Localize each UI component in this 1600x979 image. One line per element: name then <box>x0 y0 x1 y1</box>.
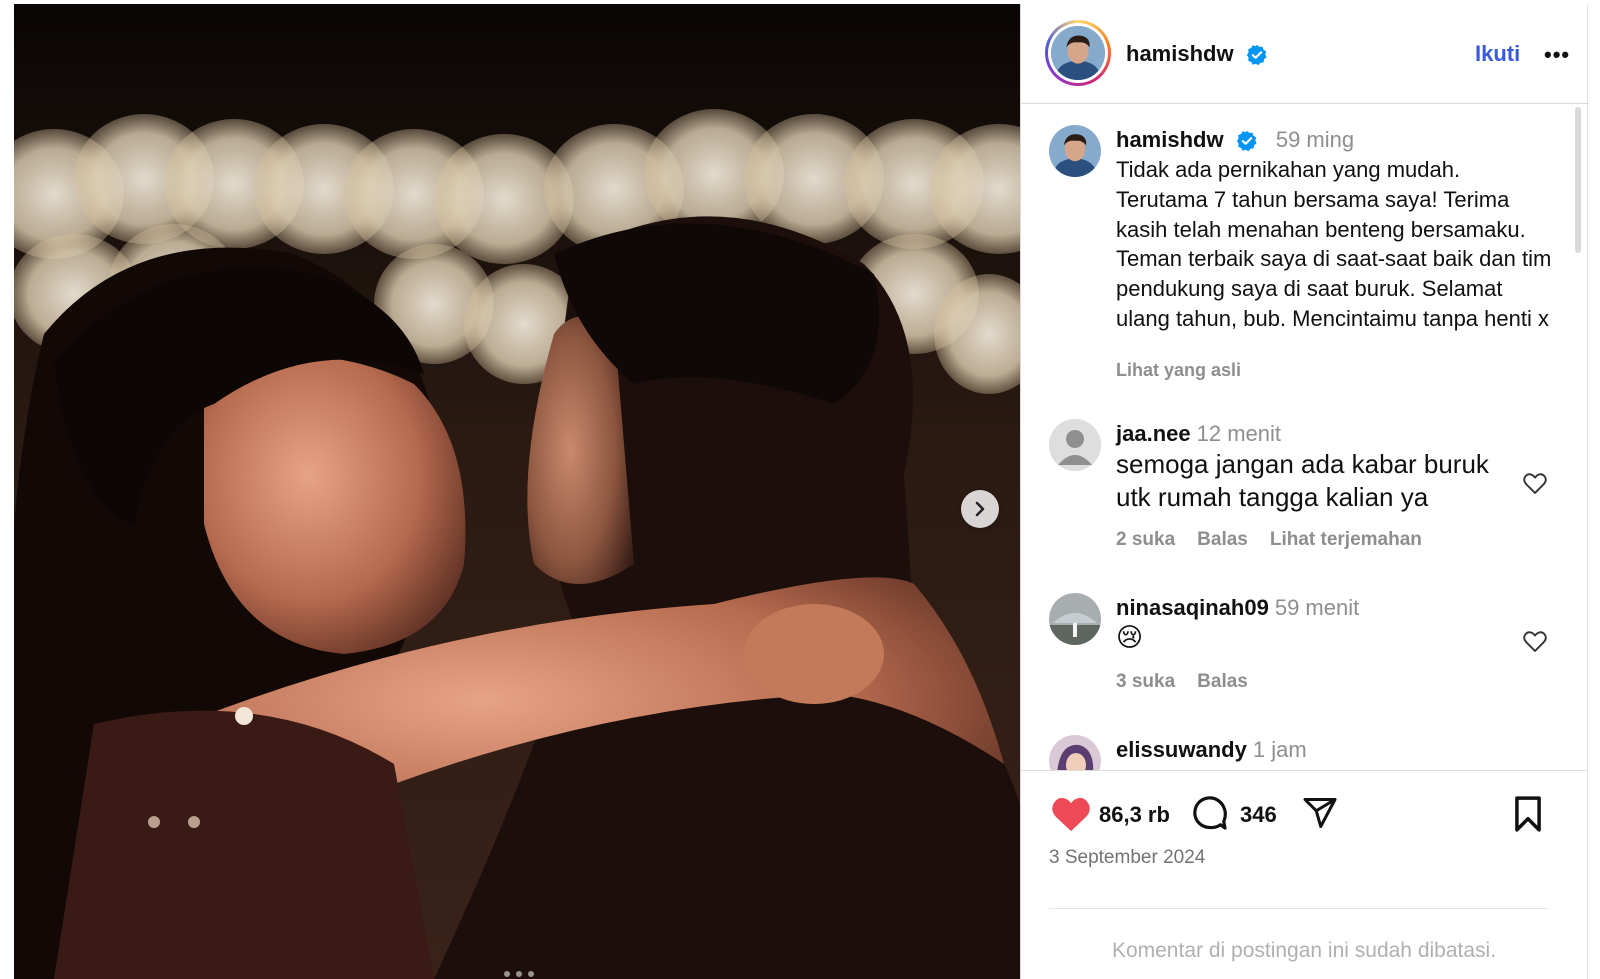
comment-text: 😢 <box>1116 623 1144 653</box>
comment-time: 59 menit <box>1274 595 1360 620</box>
divider <box>1049 908 1549 909</box>
default-avatar-icon <box>1049 419 1101 471</box>
chevron-right-icon <box>975 501 985 517</box>
verified-badge-icon <box>1236 131 1257 152</box>
comment-author[interactable]: elissuwandy 1 jam <box>1116 737 1307 763</box>
author-username[interactable]: hamishdw <box>1126 41 1268 67</box>
comment-username[interactable]: ninasaqinah09 <box>1116 595 1269 620</box>
translate-button[interactable]: Lihat terjemahan <box>1270 529 1422 551</box>
caption-username-text[interactable]: hamishdw <box>1116 127 1224 152</box>
carousel-dot <box>504 971 510 977</box>
follow-button[interactable]: Ikuti <box>1475 41 1520 67</box>
comment-time: 12 menit <box>1196 421 1281 446</box>
caption-avatar[interactable] <box>1049 125 1101 177</box>
comment-text: semoga jangan ada kabar buruk utk rumah … <box>1116 449 1489 512</box>
reply-button[interactable]: Balas <box>1197 529 1248 551</box>
comment-actions: 2 suka Balas Lihat terjemahan <box>1116 529 1422 551</box>
caption-time: 59 ming <box>1275 127 1355 152</box>
comment-time: 1 jam <box>1252 737 1307 762</box>
comment-likes[interactable]: 2 suka <box>1116 529 1175 551</box>
like-count[interactable]: 86,3 rb <box>1099 802 1170 828</box>
share-icon[interactable] <box>1301 795 1339 831</box>
carousel-indicator <box>504 971 534 977</box>
comment-author[interactable]: jaa.nee 12 menit <box>1116 421 1281 447</box>
carousel-dot <box>528 971 534 977</box>
panel-border <box>1587 4 1588 979</box>
author-avatar <box>1051 26 1105 80</box>
caption-username[interactable]: hamishdw 59 ming <box>1116 127 1354 153</box>
more-options-icon[interactable]: ••• <box>1544 42 1570 68</box>
reply-button[interactable]: Balas <box>1197 671 1248 693</box>
verified-badge-icon <box>1246 45 1267 66</box>
post-actions: 86,3 rb 346 3 September 2024 Komentar di… <box>1021 770 1587 979</box>
author-username-text[interactable]: hamishdw <box>1126 41 1234 66</box>
post-date[interactable]: 3 September 2024 <box>1049 847 1205 869</box>
comment-author[interactable]: ninasaqinah09 59 menit <box>1116 595 1359 621</box>
comment-likes[interactable]: 3 suka <box>1116 671 1175 693</box>
heart-outline-icon[interactable] <box>1521 469 1549 497</box>
carousel-dot <box>516 971 522 977</box>
comment-count[interactable]: 346 <box>1240 802 1277 828</box>
comments-list[interactable]: hamishdw 59 ming Tidak ada pernikahan ya… <box>1021 105 1587 771</box>
heart-outline-icon[interactable] <box>1521 627 1549 655</box>
comments-limited-notice: Komentar di postingan ini sudah dibatasi… <box>1111 939 1497 962</box>
commenter-avatar[interactable] <box>1049 419 1101 471</box>
comment-icon[interactable] <box>1191 794 1229 832</box>
next-photo-button[interactable] <box>961 490 999 528</box>
comment-username[interactable]: elissuwandy <box>1116 737 1247 762</box>
story-ring[interactable] <box>1045 20 1111 86</box>
heart-filled-icon[interactable] <box>1049 793 1093 833</box>
comment-username[interactable]: jaa.nee <box>1116 421 1191 446</box>
post-side-panel: hamishdw Ikuti ••• hamishdw 59 ming Tida… <box>1020 4 1589 979</box>
bookmark-icon[interactable] <box>1511 795 1545 833</box>
comment-actions: 3 suka Balas <box>1116 671 1248 693</box>
scrollbar[interactable] <box>1575 107 1581 253</box>
commenter-avatar[interactable] <box>1049 735 1101 771</box>
commenter-avatar[interactable] <box>1049 593 1101 645</box>
post-header: hamishdw Ikuti ••• <box>1021 4 1589 104</box>
see-original-link[interactable]: Lihat yang asli <box>1116 360 1241 381</box>
post-photo <box>14 4 1020 979</box>
caption-text: Tidak ada pernikahan yang mudah. Terutam… <box>1116 157 1552 331</box>
post-media[interactable] <box>14 4 1020 979</box>
